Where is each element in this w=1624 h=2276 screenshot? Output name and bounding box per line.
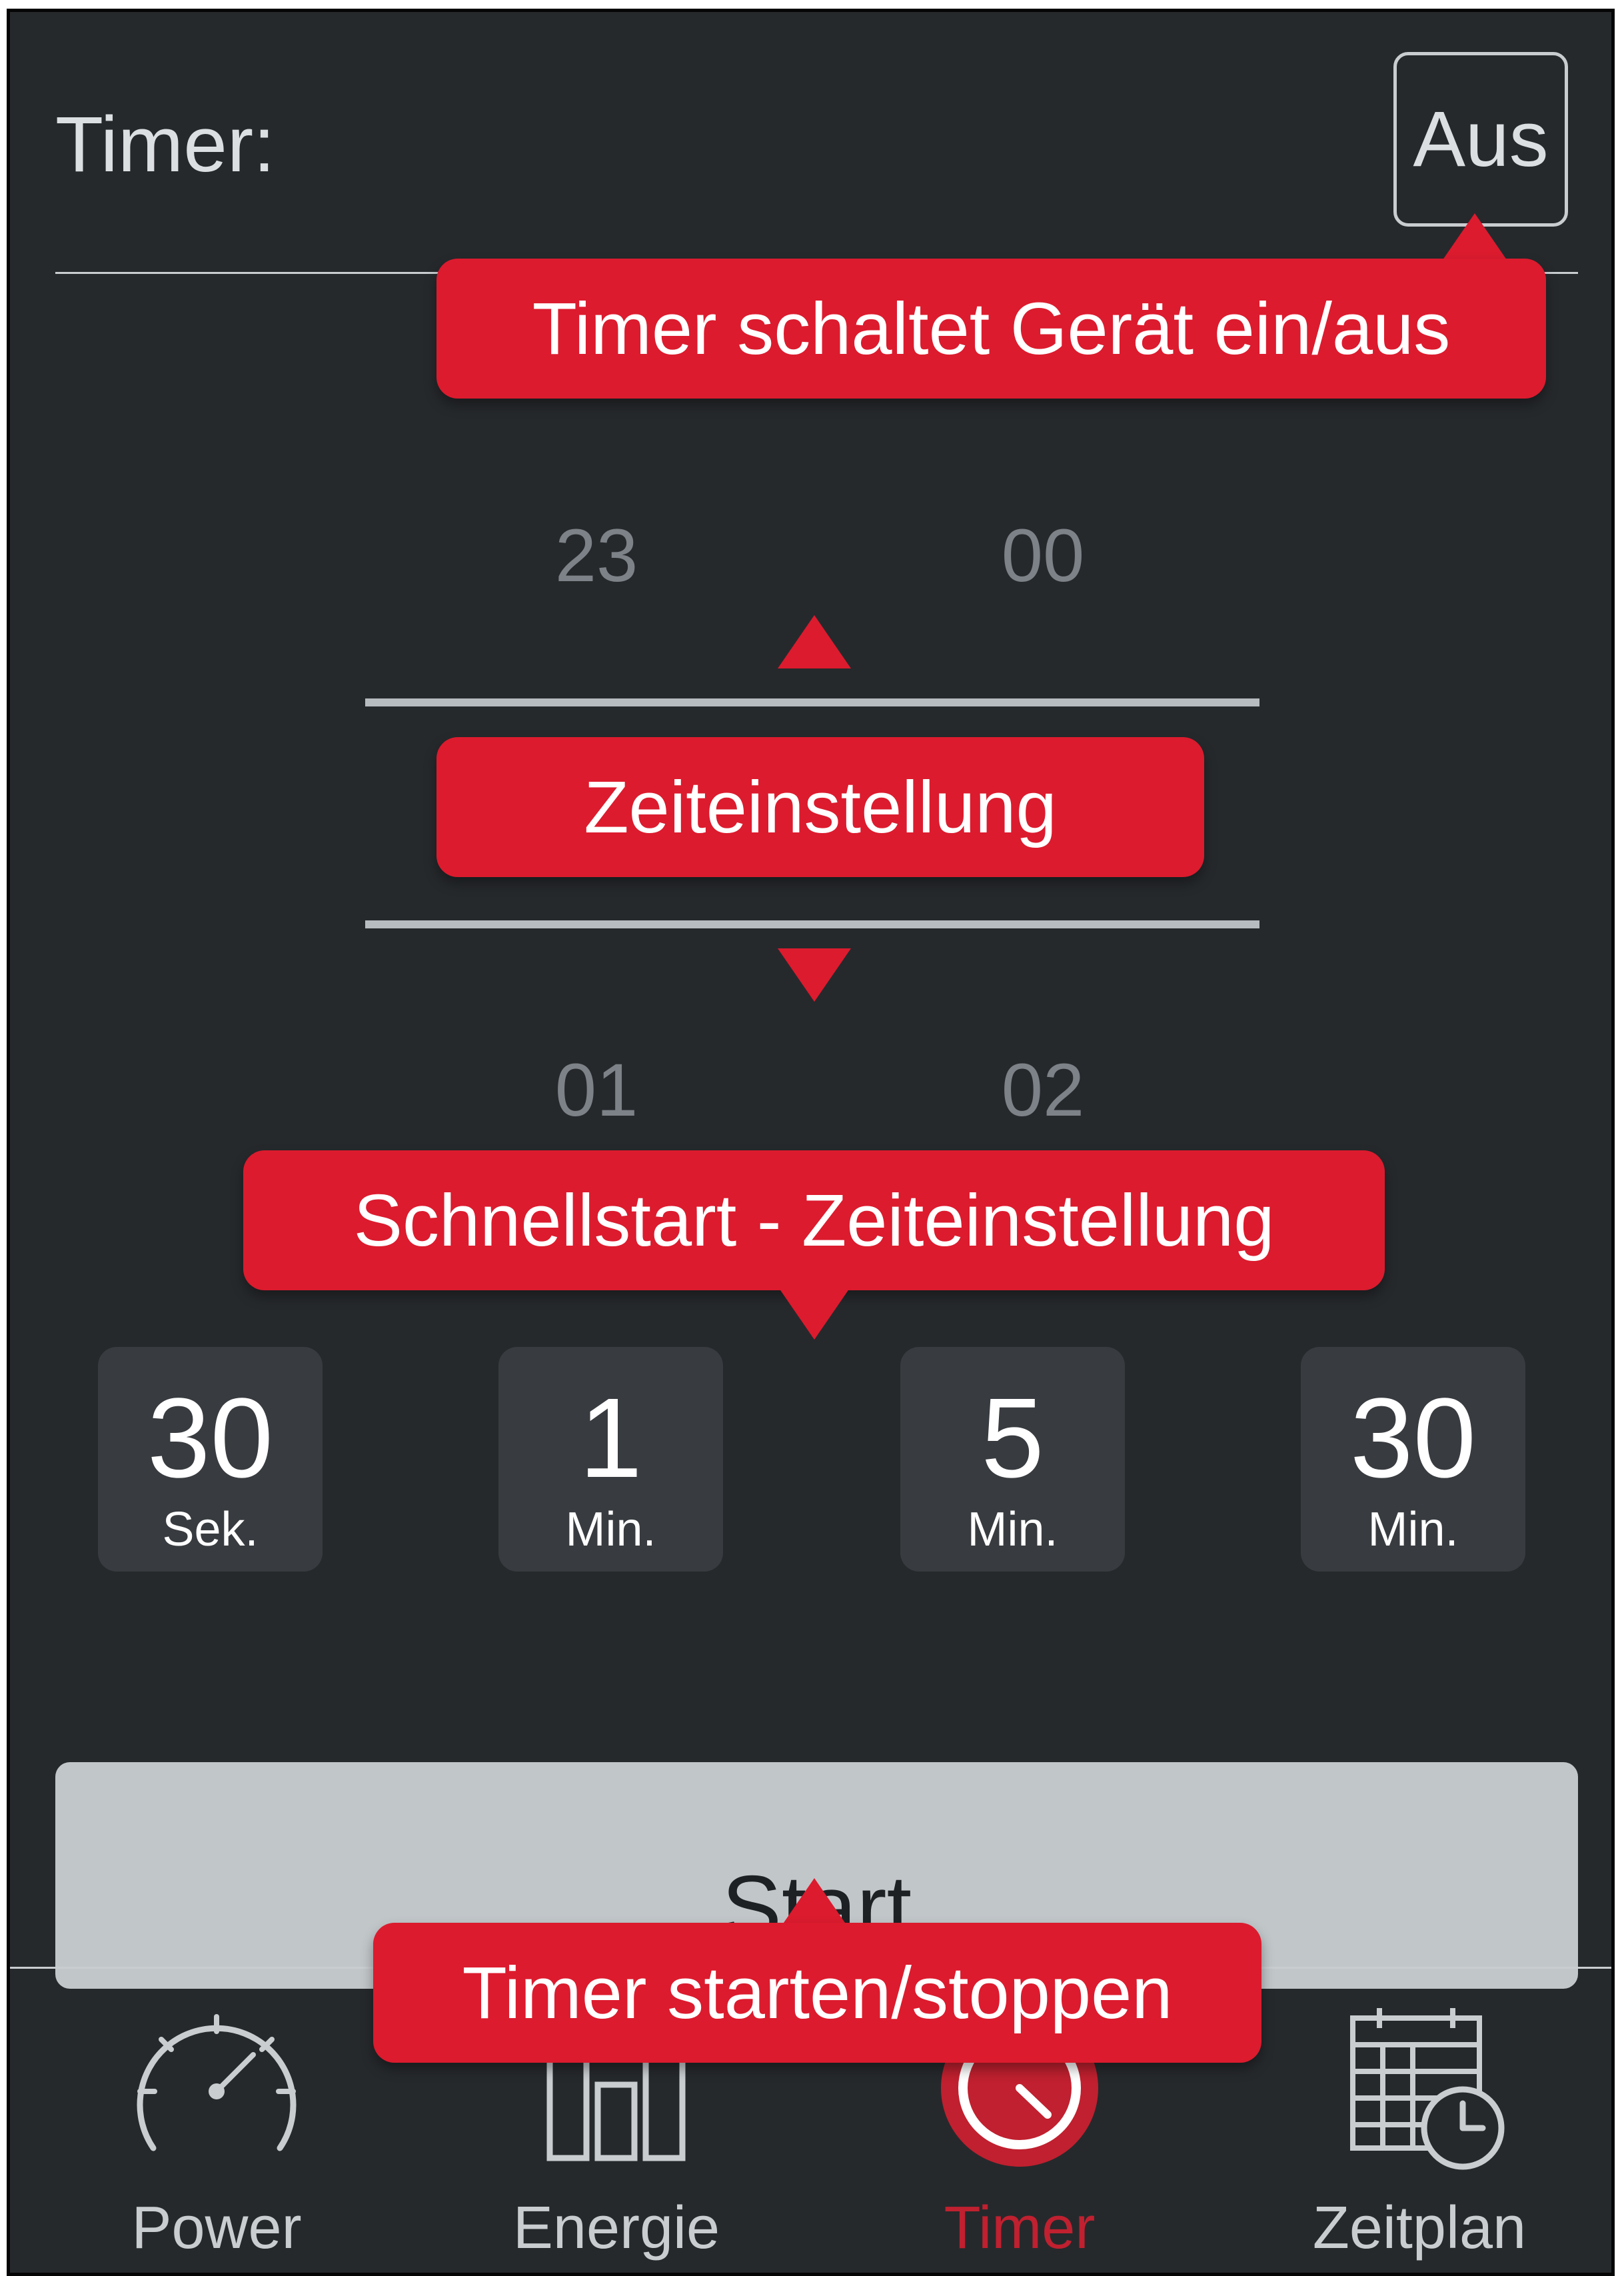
speedometer-icon <box>137 2014 297 2151</box>
quick-start-30-sec-button[interactable]: 30 Sek. <box>98 1347 323 1572</box>
callout-quick-start: Schnellstart - Zeiteinstellung <box>243 1150 1385 1290</box>
quick-start-unit: Min. <box>1367 1503 1459 1556</box>
quick-start-value: 5 <box>981 1375 1044 1502</box>
callout-arrow-quick-start <box>778 1286 851 1340</box>
callout-arrow-picker-up <box>778 615 851 668</box>
picker-hour-below[interactable]: 01 <box>530 1053 663 1128</box>
timer-screen: Timer: Aus 23 00 01 02 30 Sek. 1 Min. 5 … <box>7 9 1615 2276</box>
picker-minute-below[interactable]: 02 <box>976 1053 1110 1128</box>
nav-label-energie: Energie <box>512 2195 720 2261</box>
page-title: Timer: <box>55 101 275 189</box>
callout-picker: Zeiteinstellung <box>436 737 1204 877</box>
calendar-clock-icon <box>1350 2008 1505 2170</box>
quick-start-1-min-button[interactable]: 1 Min. <box>498 1347 723 1572</box>
quick-start-unit: Min. <box>565 1503 656 1556</box>
picker-minute-above[interactable]: 00 <box>976 519 1110 593</box>
nav-item-zeitplan[interactable]: Zeitplan <box>1279 1998 1559 2265</box>
callout-toggle: Timer schaltet Gerät ein/aus <box>436 259 1546 399</box>
callout-start: Timer starten/stoppen <box>373 1923 1261 2063</box>
timer-toggle-button[interactable]: Aus <box>1393 52 1568 227</box>
quick-start-30-min-button[interactable]: 30 Min. <box>1301 1347 1525 1572</box>
nav-label-power: Power <box>131 2195 302 2261</box>
quick-start-value: 30 <box>147 1375 274 1502</box>
picker-selection-bottom-line <box>365 920 1259 928</box>
quick-start-unit: Sek. <box>162 1503 259 1556</box>
callout-arrow-picker-down <box>778 948 851 1002</box>
nav-item-power[interactable]: Power <box>77 1998 357 2265</box>
quick-start-unit: Min. <box>967 1503 1058 1556</box>
quick-start-value: 30 <box>1349 1375 1477 1502</box>
quick-start-5-min-button[interactable]: 5 Min. <box>900 1347 1125 1572</box>
nav-label-zeitplan: Zeitplan <box>1312 2195 1527 2261</box>
nav-label-timer: Timer <box>944 2195 1096 2261</box>
quick-start-value: 1 <box>579 1375 642 1502</box>
picker-selection-top-line <box>365 698 1259 706</box>
picker-hour-above[interactable]: 23 <box>530 519 663 593</box>
